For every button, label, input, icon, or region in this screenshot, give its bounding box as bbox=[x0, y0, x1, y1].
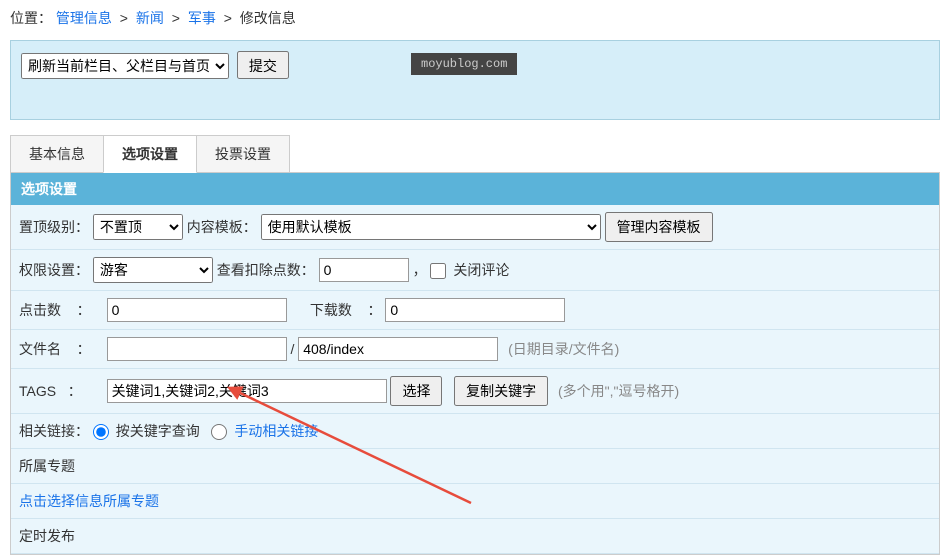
filename-hint: (日期目录/文件名) bbox=[508, 341, 619, 357]
manage-tpl-button[interactable]: 管理内容模板 bbox=[605, 212, 713, 242]
schedule-label: 定时发布 bbox=[19, 528, 75, 544]
content-tpl-select[interactable]: 使用默认模板 bbox=[261, 214, 601, 240]
deduct-sep: ， bbox=[413, 262, 427, 278]
tabs: 基本信息 选项设置 投票设置 bbox=[10, 135, 940, 173]
top-level-select[interactable]: 不置顶 bbox=[93, 214, 183, 240]
top-level-label: 置顶级别： bbox=[19, 219, 89, 235]
deduct-input[interactable] bbox=[319, 258, 409, 282]
tags-copy-button[interactable]: 复制关键字 bbox=[454, 376, 548, 406]
tags-input[interactable] bbox=[107, 379, 387, 403]
filename-name-input[interactable] bbox=[298, 337, 498, 361]
panel-header: 选项设置 bbox=[11, 173, 939, 205]
special-label: 所属专题 bbox=[19, 458, 75, 474]
related-manual-radio[interactable] bbox=[211, 424, 227, 440]
breadcrumb-sep: > bbox=[224, 10, 232, 26]
downloads-input[interactable] bbox=[385, 298, 565, 322]
related-manual-link[interactable]: 手动相关链接 bbox=[234, 423, 318, 439]
filename-dir-input[interactable] bbox=[107, 337, 287, 361]
downloads-label: 下载数 bbox=[310, 302, 352, 318]
content-tpl-label: 内容模板： bbox=[187, 219, 257, 235]
tab-options[interactable]: 选项设置 bbox=[103, 135, 197, 173]
content-panel: 选项设置 置顶级别： 不置顶 内容模板： 使用默认模板 管理内容模板 权限设置：… bbox=[10, 172, 940, 555]
filename-sep: / bbox=[290, 341, 294, 357]
related-label: 相关链接： bbox=[19, 423, 89, 439]
special-select-link[interactable]: 点击选择信息所属专题 bbox=[19, 493, 159, 509]
filename-label: 文件名 bbox=[19, 341, 61, 357]
breadcrumb-link-military[interactable]: 军事 bbox=[188, 10, 216, 26]
tab-vote[interactable]: 投票设置 bbox=[196, 135, 290, 173]
tags-select-button[interactable]: 选择 bbox=[390, 376, 442, 406]
tab-basic[interactable]: 基本信息 bbox=[10, 135, 104, 173]
clicks-input[interactable] bbox=[107, 298, 287, 322]
breadcrumb-link-news[interactable]: 新闻 bbox=[136, 10, 164, 26]
breadcrumb-sep: > bbox=[172, 10, 180, 26]
tags-hint: (多个用","逗号格开) bbox=[558, 383, 679, 399]
form-table: 置顶级别： 不置顶 内容模板： 使用默认模板 管理内容模板 权限设置： 游客 查… bbox=[11, 205, 939, 554]
breadcrumb-link-manage[interactable]: 管理信息 bbox=[56, 10, 112, 26]
breadcrumb-sep: > bbox=[120, 10, 128, 26]
submit-button[interactable]: 提交 bbox=[237, 51, 289, 79]
refresh-select[interactable]: 刷新当前栏目、父栏目与首页 bbox=[21, 53, 229, 79]
watermark: moyublog.com bbox=[411, 53, 517, 75]
breadcrumb-prefix: 位置： bbox=[10, 10, 52, 26]
breadcrumb-current: 修改信息 bbox=[240, 10, 296, 26]
related-opt1: 按关键字查询 bbox=[116, 423, 200, 439]
close-comment-label: 关闭评论 bbox=[453, 262, 509, 278]
permission-select[interactable]: 游客 bbox=[93, 257, 213, 283]
tags-label: TAGS bbox=[19, 383, 56, 399]
breadcrumb: 位置： 管理信息 > 新闻 > 军事 > 修改信息 bbox=[0, 0, 950, 36]
deduct-label: 查看扣除点数： bbox=[217, 262, 315, 278]
refresh-panel: 刷新当前栏目、父栏目与首页 提交 moyublog.com bbox=[10, 40, 940, 120]
related-keyword-radio[interactable] bbox=[93, 424, 109, 440]
clicks-label: 点击数 bbox=[19, 302, 61, 318]
permission-label: 权限设置： bbox=[19, 262, 89, 278]
close-comment-checkbox[interactable] bbox=[430, 263, 446, 279]
